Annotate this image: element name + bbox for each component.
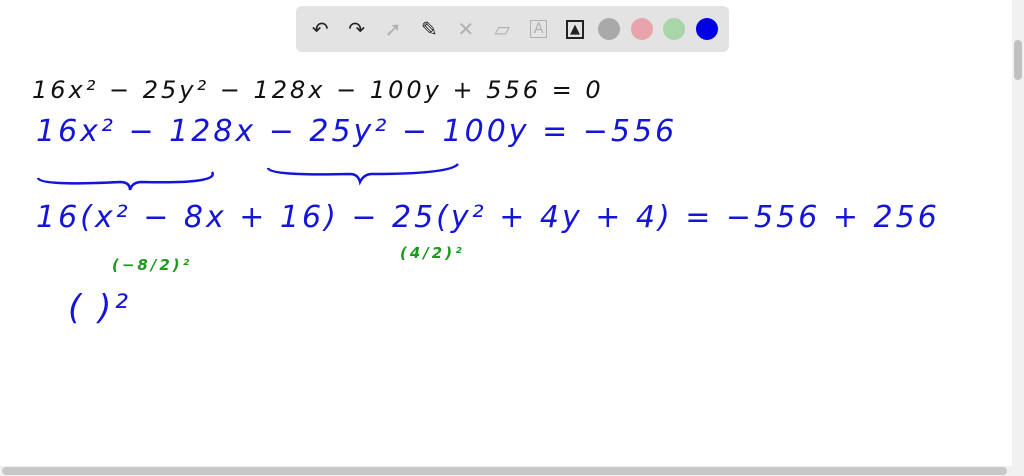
eraser-icon[interactable]: ▱ <box>489 16 515 42</box>
color-gray-swatch[interactable] <box>598 18 621 40</box>
equation-line-4: ( )² <box>68 288 131 328</box>
vertical-scroll-thumb[interactable] <box>1014 40 1022 80</box>
whiteboard-canvas[interactable]: 16x² − 25y² − 128x − 100y + 556 = 0 16x²… <box>0 60 1010 466</box>
color-pink-swatch[interactable] <box>630 18 653 40</box>
drawing-toolbar: ↶ ↷ ➚ ✎ ✕ ▱ A ▲ <box>296 6 729 52</box>
equation-line-2: 16x² − 128x − 25y² − 100y = −556 <box>36 114 678 149</box>
horizontal-scroll-thumb[interactable] <box>2 467 1007 475</box>
equation-line-1: 16x² − 25y² − 128x − 100y + 556 = 0 <box>32 76 604 104</box>
vertical-scrollbar[interactable] <box>1012 0 1024 466</box>
image-icon[interactable]: ▲ <box>562 16 588 42</box>
equation-line-3: 16(x² − 8x + 16) − 25(y² + 4y + 4) = −55… <box>36 200 940 235</box>
redo-icon[interactable]: ↷ <box>344 16 370 42</box>
horizontal-scrollbar[interactable] <box>0 466 1024 476</box>
completing-square-note-x: (−8/2)² <box>112 256 193 274</box>
underbraces <box>36 163 459 191</box>
text-icon[interactable]: A <box>526 16 552 42</box>
color-green-swatch[interactable] <box>663 18 686 40</box>
completing-square-note-y: (4/2)² <box>400 244 465 262</box>
tools-icon[interactable]: ✕ <box>453 16 479 42</box>
undo-icon[interactable]: ↶ <box>307 16 333 42</box>
color-blue-swatch[interactable] <box>695 18 718 40</box>
pen-icon[interactable]: ✎ <box>416 16 442 42</box>
select-icon[interactable]: ➚ <box>380 16 406 42</box>
